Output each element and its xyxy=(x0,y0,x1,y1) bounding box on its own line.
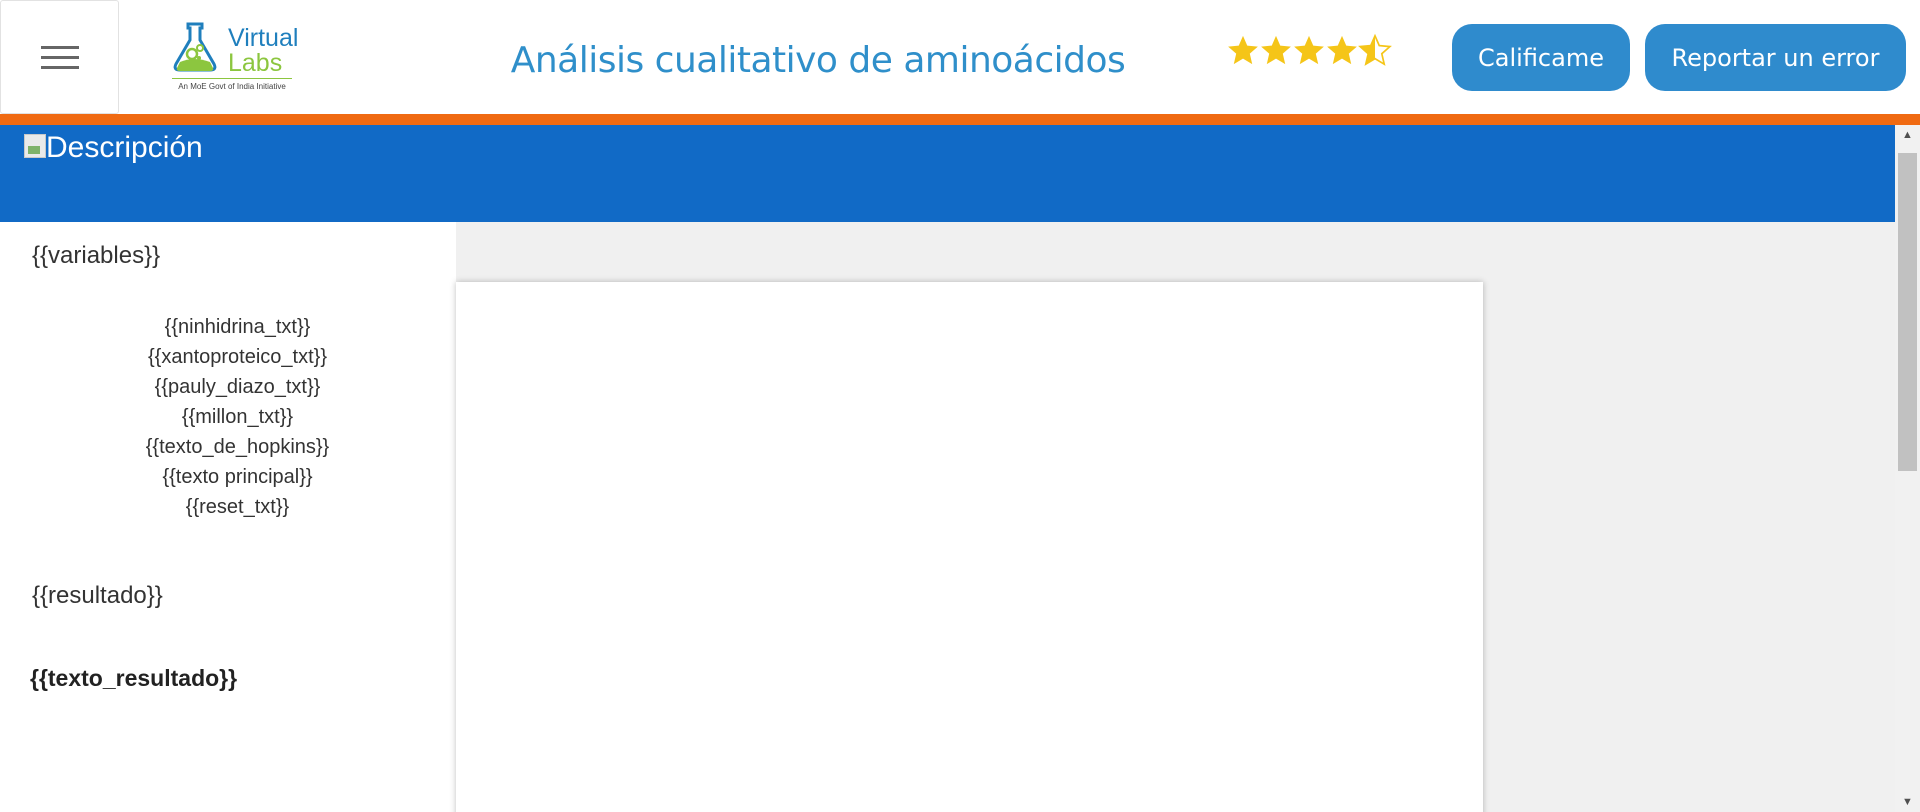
virtual-labs-logo[interactable]: Virtual Labs An MoE Govt of India Initia… xyxy=(166,18,298,94)
reset-item[interactable]: {{reset_txt}} xyxy=(0,492,475,522)
simulation-canvas[interactable] xyxy=(456,282,1483,812)
description-image-alt: Descripción xyxy=(46,131,203,164)
report-error-button[interactable]: Reportar un error xyxy=(1645,24,1906,91)
rate-button[interactable]: Calificame xyxy=(1452,24,1630,91)
controls-panel: {{variables}} {{ninhidrina_txt}} {{xanto… xyxy=(0,222,456,812)
vertical-scrollbar[interactable]: ▲ ▼ xyxy=(1895,125,1920,812)
simulation-area: Descripción {{variables}} {{ninhidrina_t… xyxy=(0,125,1895,812)
test-hopkins[interactable]: {{texto_de_hopkins}} xyxy=(0,432,475,462)
menu-button[interactable] xyxy=(0,0,119,114)
description-banner: Descripción xyxy=(0,125,1895,222)
scroll-up-arrow-icon[interactable]: ▲ xyxy=(1895,125,1920,145)
test-pauly-diazo[interactable]: {{pauly_diazo_txt}} xyxy=(0,372,475,402)
resultado-text: {{texto_resultado}} xyxy=(30,665,238,691)
star-full-icon[interactable] xyxy=(1325,33,1359,67)
page-title: Análisis cualitativo de aminoácidos xyxy=(510,40,1126,81)
star-full-icon[interactable] xyxy=(1259,33,1293,67)
logo-text-labs: Labs xyxy=(228,49,283,77)
test-list: {{ninhidrina_txt}} {{xantoproteico_txt}}… xyxy=(0,312,475,522)
star-full-icon[interactable] xyxy=(1226,33,1260,67)
scroll-thumb[interactable] xyxy=(1898,153,1917,471)
test-millon[interactable]: {{millon_txt}} xyxy=(0,402,475,432)
star-full-icon[interactable] xyxy=(1292,33,1326,67)
test-ninhidrina[interactable]: {{ninhidrina_txt}} xyxy=(0,312,475,342)
flask-logo-icon xyxy=(173,22,217,72)
broken-image-icon xyxy=(24,134,46,158)
logo-tagline: An MoE Govt of India Initiative xyxy=(178,82,286,91)
scroll-down-arrow-icon[interactable]: ▼ xyxy=(1895,792,1920,812)
logo-divider xyxy=(172,78,292,79)
test-xantoproteico[interactable]: {{xantoproteico_txt}} xyxy=(0,342,475,372)
orange-divider xyxy=(0,114,1920,125)
header: Virtual Labs An MoE Govt of India Initia… xyxy=(0,0,1920,114)
test-principal[interactable]: {{texto principal}} xyxy=(0,462,475,492)
variables-heading: {{variables}} xyxy=(32,242,161,269)
description-image: Descripción xyxy=(24,131,203,165)
resultado-heading: {{resultado}} xyxy=(32,582,163,609)
star-half-icon[interactable] xyxy=(1358,33,1392,67)
star-rating[interactable] xyxy=(1226,30,1392,70)
logo-text-virtual: Virtual xyxy=(228,24,299,52)
hamburger-icon xyxy=(40,39,79,76)
